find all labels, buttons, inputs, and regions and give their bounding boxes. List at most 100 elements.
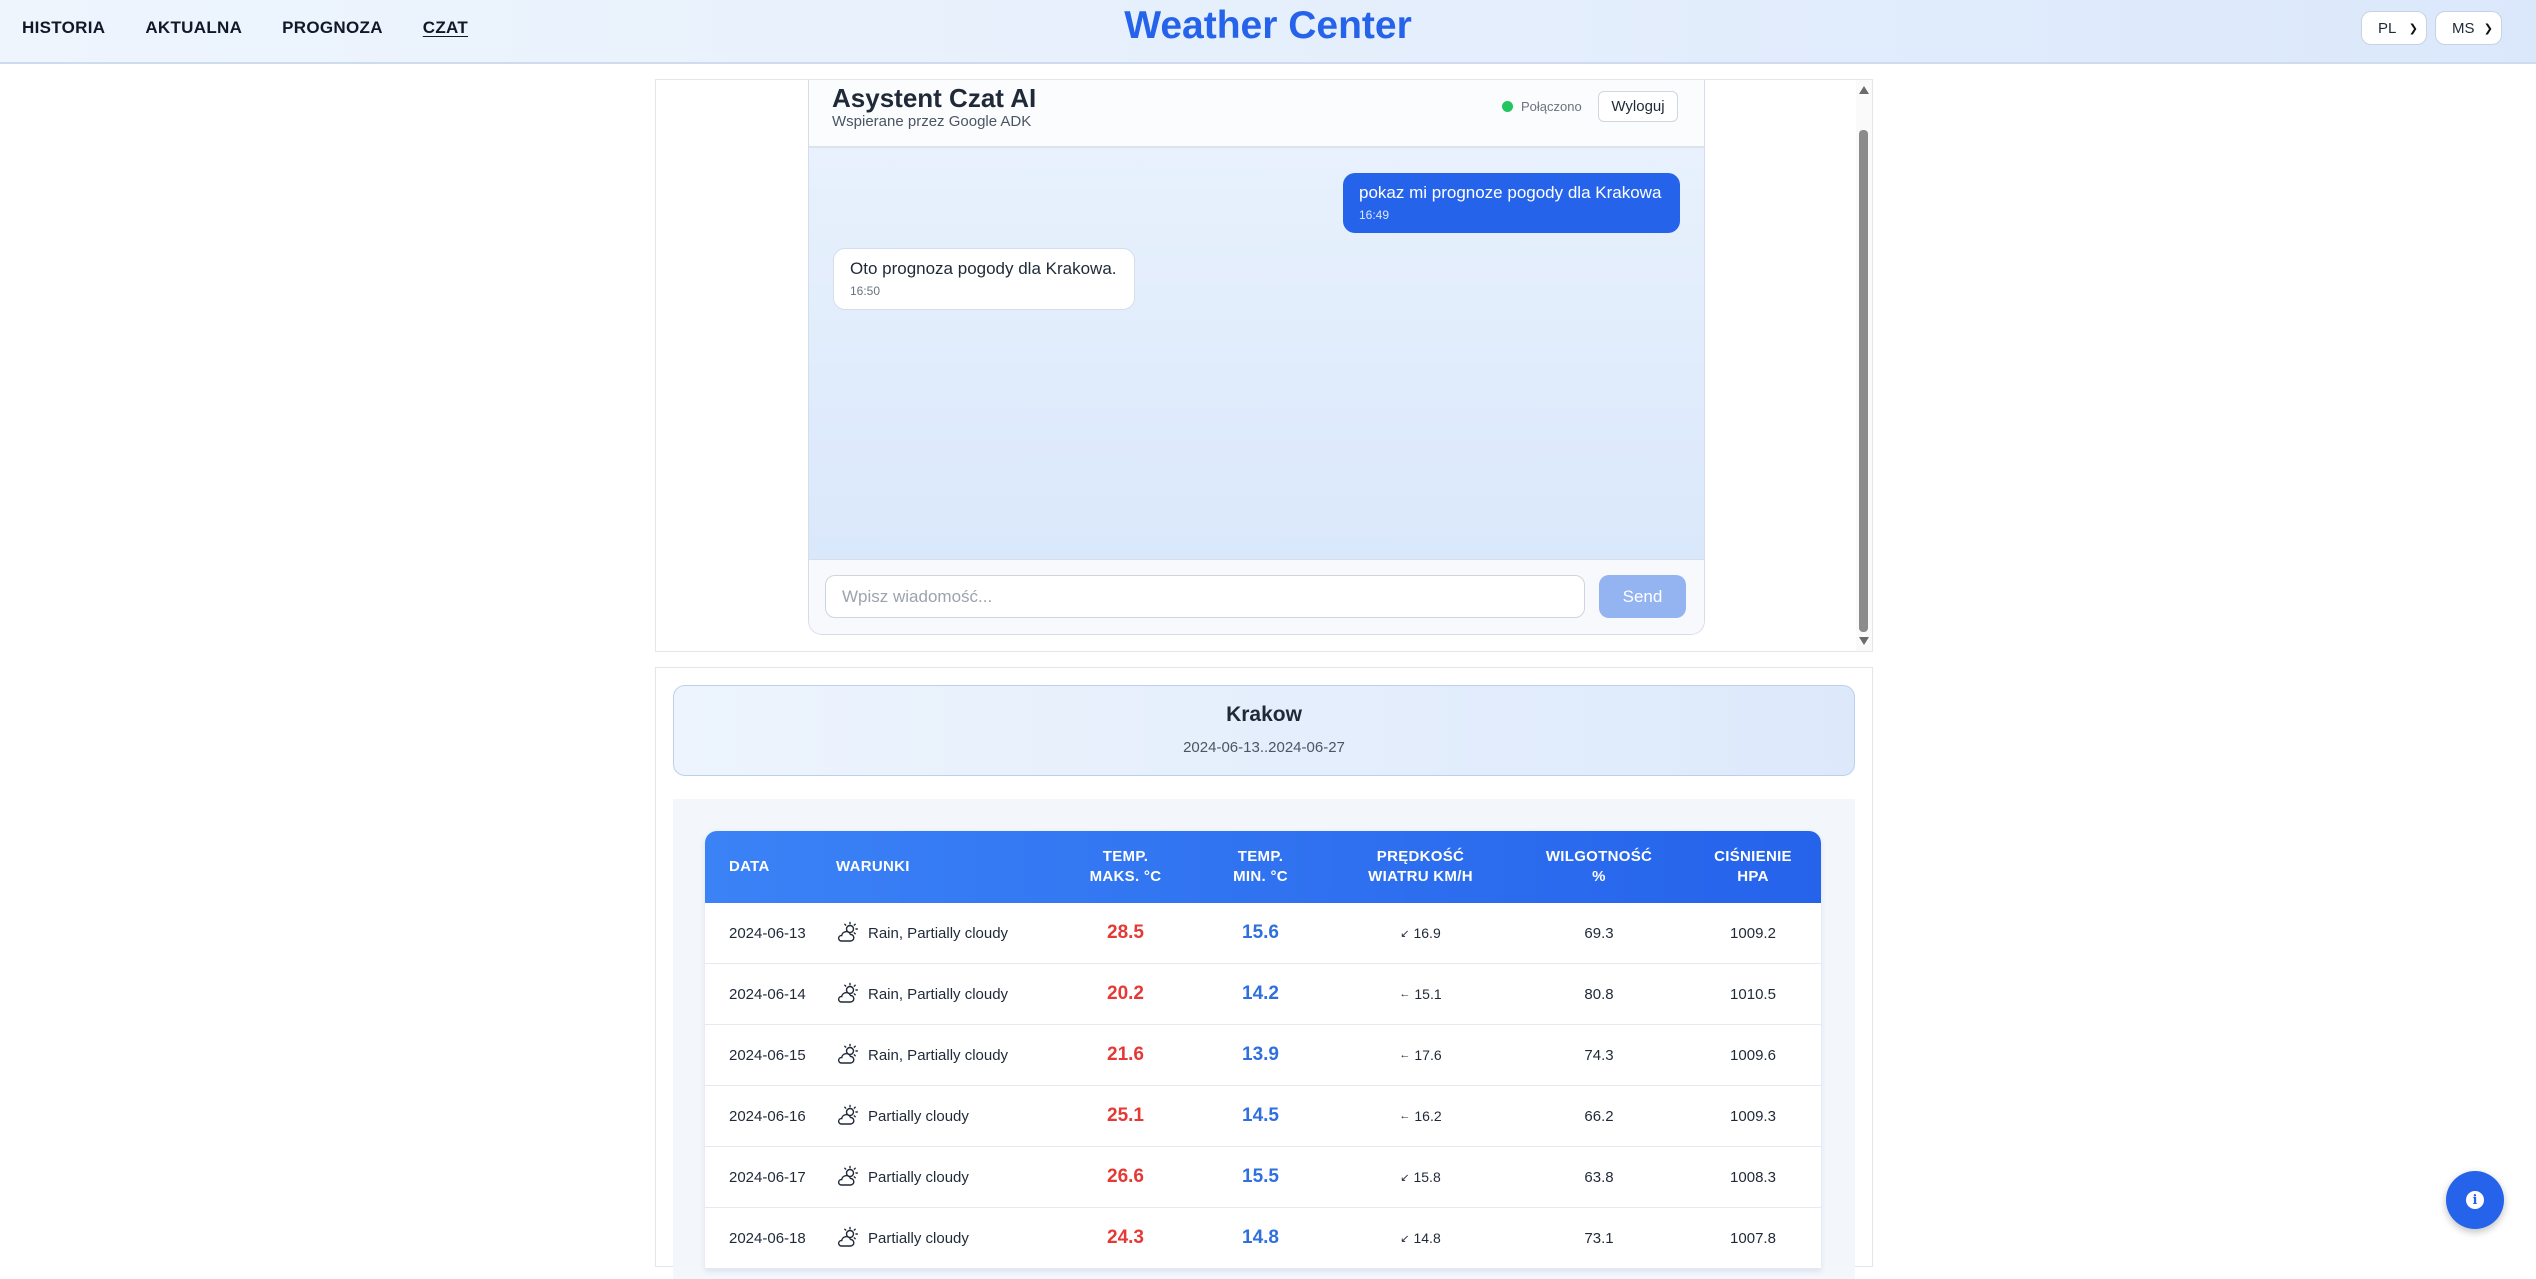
conditions-text: Rain, Partially cloudy xyxy=(868,924,1009,942)
message-input[interactable]: Wpisz wiadomość... xyxy=(825,575,1585,618)
connection-status-label: Połączono xyxy=(1521,99,1582,114)
cell-conditions: Partially cloudy xyxy=(836,1208,1058,1268)
cell-pressure: 1010.5 xyxy=(1730,985,1776,1003)
chevron-down-icon: ❯ xyxy=(2483,22,2493,35)
chat-header: Asystent Czat AI Wspierane przez Google … xyxy=(809,80,1704,148)
cell-tmin: 14.8 xyxy=(1193,1208,1328,1268)
cell-tmax: 26.6 xyxy=(1058,1147,1193,1207)
partly-cloudy-day-icon xyxy=(837,1165,858,1186)
connection-status: Połączono xyxy=(1502,99,1582,114)
language-select[interactable]: PL ❯ xyxy=(2361,11,2427,45)
cell-wind: ↙ 14.8 xyxy=(1328,1208,1513,1268)
conditions-text: Partially cloudy xyxy=(868,1168,969,1186)
chat-subtitle: Wspierane przez Google ADK xyxy=(832,113,1032,130)
online-dot-icon xyxy=(1502,101,1513,112)
tmin-value: 14.8 xyxy=(1242,1227,1279,1248)
wind-value: 14.8 xyxy=(1413,1230,1441,1246)
scroll-up-arrow-icon[interactable] xyxy=(1859,86,1869,94)
tmin-value: 14.5 xyxy=(1242,1105,1279,1126)
wind-direction-icon: ← xyxy=(1399,988,1411,1000)
wind-value: 16.2 xyxy=(1414,1108,1442,1124)
partly-cloudy-day-icon xyxy=(837,1104,858,1125)
partly-cloudy-day-icon xyxy=(837,1226,858,1247)
frame-scrollbar[interactable] xyxy=(1856,80,1872,651)
logout-button[interactable]: Wyloguj xyxy=(1598,91,1678,122)
header-date: DATA xyxy=(729,858,770,875)
cell-humidity: 74.3 xyxy=(1584,1046,1614,1064)
date-range: 2024-06-13..2024-06-27 xyxy=(1183,739,1345,756)
conditions-text: Partially cloudy xyxy=(868,1229,969,1247)
units-select-value: MS xyxy=(2452,19,2475,37)
wind-direction-icon: ↙ xyxy=(1400,927,1410,940)
wind-direction-icon: ← xyxy=(1399,1049,1411,1061)
info-icon: i xyxy=(2466,1191,2484,1209)
scroll-thumb[interactable] xyxy=(1859,130,1868,632)
partly-cloudy-day-icon xyxy=(837,921,858,942)
header-conditions: WARUNKI xyxy=(836,858,910,875)
info-button[interactable]: i xyxy=(2446,1171,2504,1229)
cell-humidity: 69.3 xyxy=(1584,924,1614,942)
wind-direction-icon: ↙ xyxy=(1400,1171,1410,1184)
partly-cloudy-day-icon xyxy=(837,982,858,1003)
assistant-message: Oto prognoza pogody dla Krakowa. 16:50 xyxy=(833,248,1135,310)
cell-date: 2024-06-17 xyxy=(729,1168,806,1186)
cell-pressure: 1009.6 xyxy=(1730,1046,1776,1064)
cell-date: 2024-06-15 xyxy=(729,1046,806,1064)
nav-czat[interactable]: CZAT xyxy=(423,18,468,38)
cell-pressure: 1009.2 xyxy=(1730,924,1776,942)
header-tmax: TEMP. MAKS. °C xyxy=(1089,848,1162,885)
nav-historia[interactable]: HISTORIA xyxy=(22,18,105,38)
cell-humidity: 63.8 xyxy=(1584,1168,1614,1186)
send-button[interactable]: Send xyxy=(1599,575,1686,618)
forecast-table-wrap: DATA WARUNKI TEMP. MAKS. °C TEMP. MIN. °… xyxy=(673,799,1855,1279)
cell-wind: ↙ 15.8 xyxy=(1328,1147,1513,1207)
chat-title: Asystent Czat AI xyxy=(832,83,1037,113)
message-text: Oto prognoza pogody dla Krakowa. xyxy=(850,259,1117,278)
message-text: pokaz mi prognoze pogody dla Krakowa xyxy=(1359,183,1662,202)
table-row: 2024-06-13 Rain, Partially cloudy 28.5 1… xyxy=(705,903,1821,964)
cell-tmax: 20.2 xyxy=(1058,964,1193,1024)
nav-prognoza[interactable]: PROGNOZA xyxy=(282,18,383,38)
cell-pressure: 1008.3 xyxy=(1730,1168,1776,1186)
table-header: DATA WARUNKI TEMP. MAKS. °C TEMP. MIN. °… xyxy=(705,831,1821,903)
units-select[interactable]: MS ❯ xyxy=(2435,11,2502,45)
tmax-value: 25.1 xyxy=(1107,1105,1144,1126)
tmax-value: 20.2 xyxy=(1107,983,1144,1004)
cell-date: 2024-06-16 xyxy=(729,1107,806,1125)
cell-conditions: Rain, Partially cloudy xyxy=(836,903,1058,963)
partly-cloudy-day-icon xyxy=(837,1043,858,1064)
cell-conditions: Rain, Partially cloudy xyxy=(836,964,1058,1024)
wind-value: 15.8 xyxy=(1413,1169,1441,1185)
table-body: 2024-06-13 Rain, Partially cloudy 28.5 1… xyxy=(705,903,1821,1269)
tmax-value: 26.6 xyxy=(1107,1166,1144,1187)
message-time: 16:50 xyxy=(850,284,881,298)
forecast-table: DATA WARUNKI TEMP. MAKS. °C TEMP. MIN. °… xyxy=(705,831,1821,1269)
table-row: 2024-06-18 Partially cloudy 24.3 14.8 ↙ 1… xyxy=(705,1208,1821,1269)
message-list[interactable]: pokaz mi prognoze pogody dla Krakowa 16:… xyxy=(809,148,1704,559)
message-time: 16:49 xyxy=(1359,208,1390,222)
tmin-value: 14.2 xyxy=(1242,983,1279,1004)
tmax-value: 21.6 xyxy=(1107,1044,1144,1065)
wind-direction-icon: ↙ xyxy=(1400,1232,1410,1245)
tmin-value: 15.5 xyxy=(1242,1166,1279,1187)
scroll-down-arrow-icon[interactable] xyxy=(1859,637,1869,645)
cell-tmin: 14.2 xyxy=(1193,964,1328,1024)
cell-tmin: 15.5 xyxy=(1193,1147,1328,1207)
cell-pressure: 1007.8 xyxy=(1730,1229,1776,1247)
cell-tmin: 15.6 xyxy=(1193,903,1328,963)
user-message: pokaz mi prognoze pogody dla Krakowa 16:… xyxy=(1343,173,1680,233)
wind-direction-icon: ← xyxy=(1399,1110,1411,1122)
cell-conditions: Rain, Partially cloudy xyxy=(836,1025,1058,1085)
chat-widget: Asystent Czat AI Wspierane przez Google … xyxy=(808,80,1705,635)
nav-aktualna[interactable]: AKTUALNA xyxy=(145,18,242,38)
wind-value: 16.9 xyxy=(1413,925,1441,941)
cell-wind: ← 17.6 xyxy=(1328,1025,1513,1085)
cell-conditions: Partially cloudy xyxy=(836,1147,1058,1207)
tmin-value: 15.6 xyxy=(1242,922,1279,943)
cell-tmax: 21.6 xyxy=(1058,1025,1193,1085)
table-row: 2024-06-14 Rain, Partially cloudy 20.2 1… xyxy=(705,964,1821,1025)
header-pressure: CIŚNIENIE HPA xyxy=(1714,848,1792,885)
top-bar: HISTORIA AKTUALNA PROGNOZA CZAT Weather … xyxy=(0,0,2536,64)
table-row: 2024-06-15 Rain, Partially cloudy 21.6 1… xyxy=(705,1025,1821,1086)
city-name: Krakow xyxy=(1226,703,1302,726)
